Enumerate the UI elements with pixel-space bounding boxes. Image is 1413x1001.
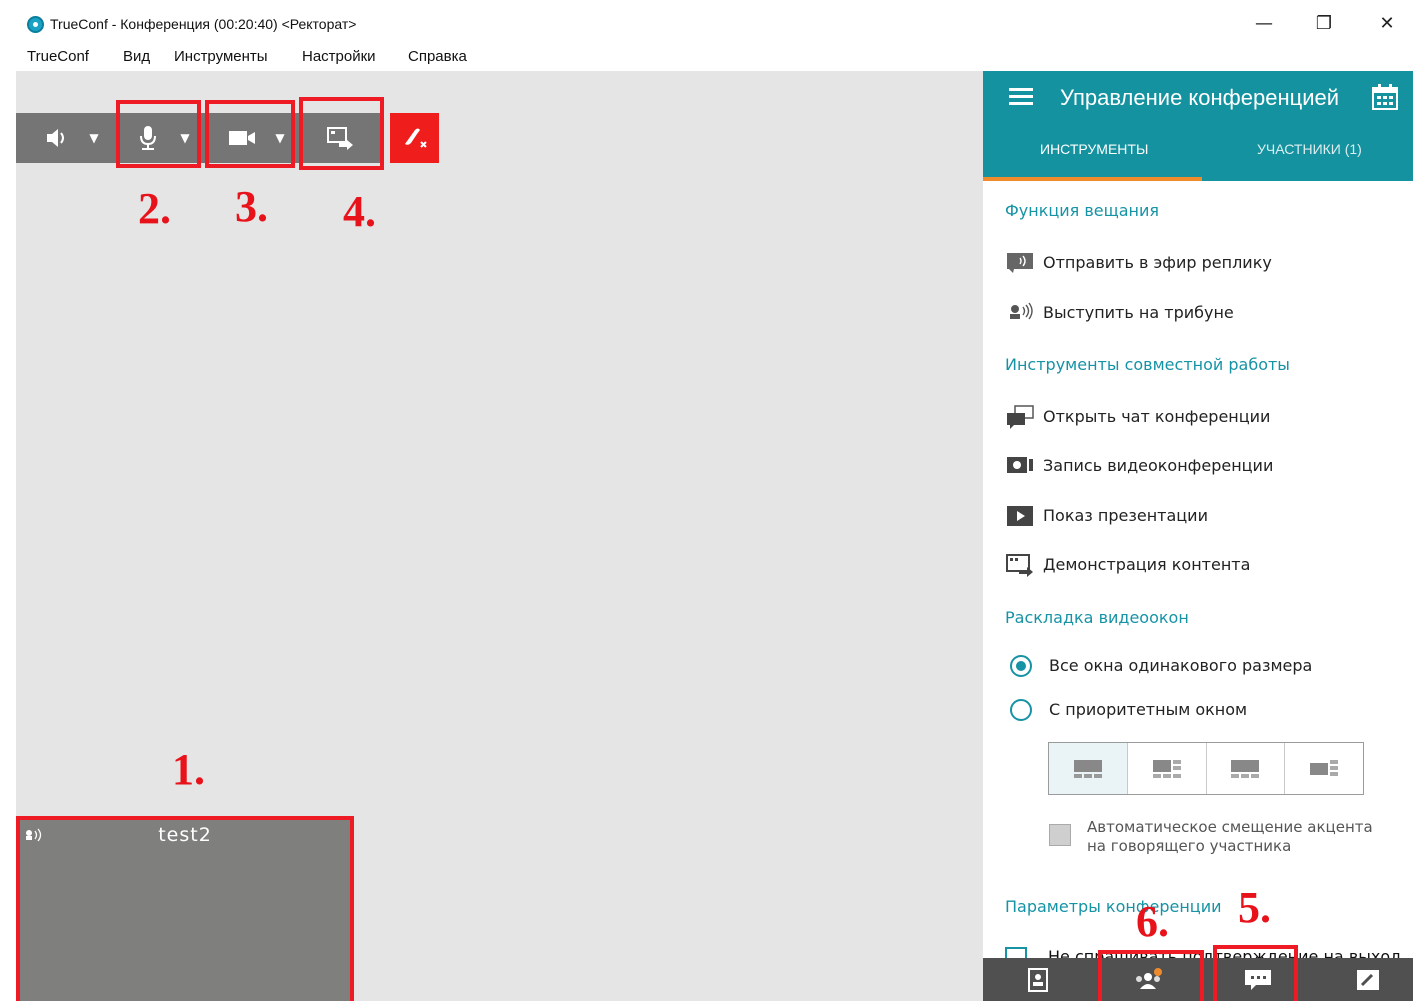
annotation-box-5 [1213,945,1298,1001]
annotation-number-3: 3. [235,182,268,231]
restore-button[interactable]: ❐ [1312,12,1336,36]
conference-management-panel: Управление конференцией ИНСТРУМЕНТЫ УЧАС… [983,71,1413,1001]
section-broadcast: Функция вещания [1005,201,1159,220]
close-button[interactable]: ✕ [1375,12,1399,36]
speak-podium-item[interactable]: Выступить на трибуне [1005,299,1234,325]
annotation-box-2 [116,100,201,168]
window-title: TrueConf - Конференция (00:20:40) <Ректо… [50,16,357,32]
layout-option-3[interactable] [1207,743,1286,794]
layout-option-1[interactable] [1049,743,1128,794]
layout-grid-icon [1073,759,1102,778]
active-tab-indicator [983,177,1202,181]
menu-tools[interactable]: Инструменты [174,48,268,65]
exit-confirm-checkbox[interactable] [1005,947,1027,958]
layout-option-2[interactable] [1128,743,1207,794]
contacts-icon [1028,967,1048,992]
menu-view[interactable]: Вид [123,48,150,65]
auto-shift-checkbox[interactable] [1049,824,1071,846]
layout-option-4[interactable] [1285,743,1363,794]
speak-podium-label: Выступить на трибуне [1043,302,1234,322]
annotation-number-6: 6. [1136,897,1169,946]
menu-trueconf[interactable]: TrueConf [27,48,89,65]
presentation-label: Показ презентации [1043,505,1208,525]
auto-shift-line-1: Автоматическое смещение акцента [1087,818,1373,836]
open-chat-item[interactable]: Открыть чат конференции [1005,403,1270,429]
layout-equal-label: Все окна одинакового размера [1049,656,1313,675]
presentation-item[interactable]: Показ презентации [1005,502,1208,528]
section-collab: Инструменты совместной работы [1005,355,1290,374]
section-layout: Раскладка видеоокон [1005,608,1189,627]
menu-bar: TrueConf Вид Инструменты Настройки Справ… [0,44,1413,71]
annotation-number-1: 1. [172,745,205,794]
annotation-box-4 [299,97,384,170]
hangup-button[interactable] [390,113,439,163]
send-replica-label: Отправить в эфир реплику [1043,252,1272,272]
speaker-icon [47,129,64,147]
panel-title: Управление конференцией [1060,85,1340,110]
auto-shift-line-2: на говорящего участника [1087,837,1292,855]
trueconf-logo-icon [27,16,44,33]
menu-settings[interactable]: Настройки [302,48,376,65]
send-replica-item[interactable]: Отправить в эфир реплику [1005,249,1272,275]
call-icon [1357,969,1379,990]
content-demo-item[interactable]: Демонстрация контента [1005,551,1250,577]
title-bar: TrueConf - Конференция (00:20:40) <Ректо… [0,0,1413,44]
panel-header: Управление конференцией ИНСТРУМЕНТЫ УЧАС… [983,71,1413,181]
section-params: Параметры конференции [1005,897,1222,916]
layout-priority-label: С приоритетным окном [1049,700,1248,719]
annotation-box-3 [205,100,295,168]
layout-side-icon [1152,759,1181,778]
hamburger-menu-icon[interactable] [1009,88,1033,106]
record-icon [1005,454,1035,476]
record-item[interactable]: Запись видеоконференции [1005,452,1273,478]
annotation-number-5: 5. [1238,883,1271,932]
record-label: Запись видеоконференции [1043,455,1274,475]
chat-icon [1005,405,1035,429]
annotation-box-1 [16,816,354,1001]
auto-shift-label: Автоматическое смещение акцента на говор… [1087,818,1373,856]
presentation-icon [1005,504,1035,526]
contacts-button[interactable] [1003,958,1073,1001]
content-share-icon [1005,553,1035,577]
minimize-button[interactable]: — [1252,12,1276,36]
speaker-button[interactable] [40,113,74,163]
layout-selector [1048,742,1364,795]
content-demo-label: Демонстрация контента [1043,554,1251,574]
annotation-number-4: 4. [343,187,376,236]
layout-right-icon [1310,759,1339,776]
open-chat-label: Открыть чат конференции [1043,406,1271,426]
tab-tools[interactable]: ИНСТРУМЕНТЫ [1040,141,1148,157]
speaker-dropdown[interactable]: ▼ [84,113,104,163]
annotation-number-2: 2. [138,184,171,233]
layout-bottom-icon [1231,759,1260,778]
replica-icon [1005,251,1035,273]
menu-help[interactable]: Справка [408,48,467,65]
calendar-icon[interactable] [1371,83,1398,110]
podium-icon [1005,301,1035,323]
layout-equal-radio[interactable] [1010,655,1032,677]
annotation-box-6 [1098,950,1204,1001]
layout-priority-radio[interactable] [1010,699,1032,721]
hangup-icon [404,128,427,148]
tab-participants[interactable]: УЧАСТНИКИ (1) [1257,141,1362,157]
call-button[interactable] [1333,958,1403,1001]
